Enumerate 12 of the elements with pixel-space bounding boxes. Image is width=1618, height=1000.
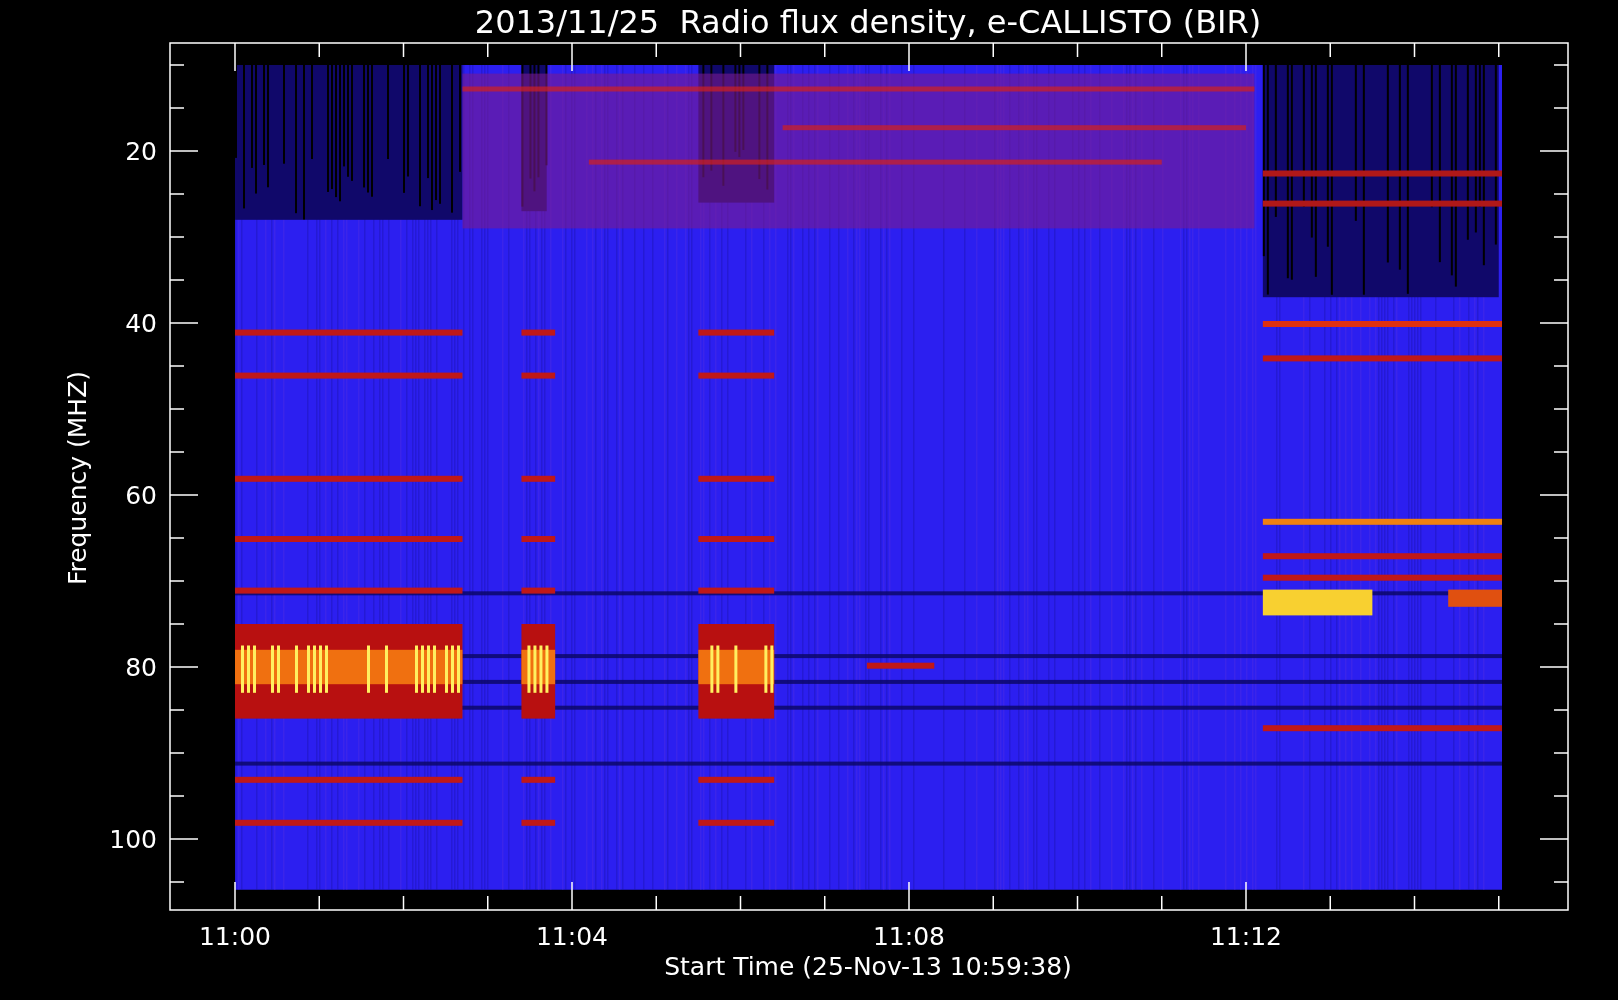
x-tick-label: 11:04 <box>536 922 608 951</box>
x-tick-label: 11:12 <box>1210 922 1282 951</box>
x-tick-label: 11:00 <box>199 922 271 951</box>
y-tick-label: 40 <box>125 309 157 338</box>
x-tick-label: 11:08 <box>873 922 945 951</box>
y-tick-label: 80 <box>125 653 157 682</box>
y-tick-label: 20 <box>125 137 157 166</box>
chart-title: 2013/11/25 Radio flux density, e-CALLISTO (BIR) <box>474 3 1262 41</box>
y-axis-label: Frequency (MHZ) <box>63 370 92 586</box>
y-tick-label: 60 <box>125 481 157 510</box>
x-axis-label: Start Time (25-Nov-13 10:59:38) <box>664 952 1072 981</box>
y-tick-label: 100 <box>109 825 157 854</box>
